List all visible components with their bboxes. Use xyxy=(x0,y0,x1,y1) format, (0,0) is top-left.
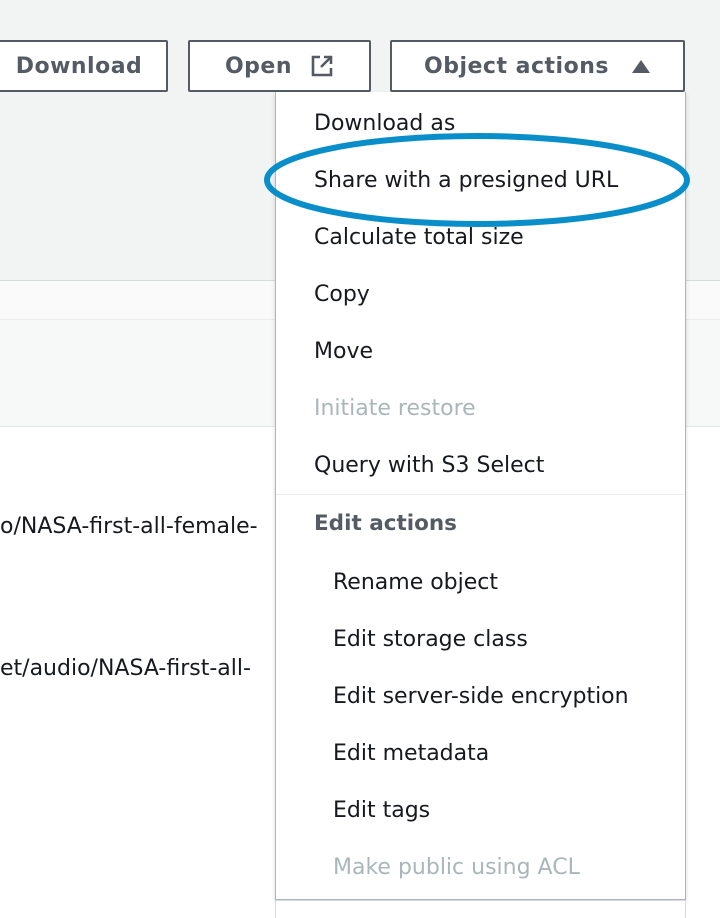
object-actions-label: Object actions xyxy=(424,53,609,79)
s3-object-page: o/NASA-first-all-female- et/audio/NASA-f… xyxy=(0,0,720,918)
menu-item-initiate-restore: Initiate restore xyxy=(314,396,476,421)
menu-group-header-edit-actions: Edit actions xyxy=(314,511,457,536)
menu-item-edit-storage-class[interactable]: Edit storage class xyxy=(333,627,528,652)
menu-item-edit-tags[interactable]: Edit tags xyxy=(333,798,430,823)
menu-item-calculate-total-size[interactable]: Calculate total size xyxy=(314,225,524,250)
menu-item-make-public-acl: Make public using ACL xyxy=(333,855,580,880)
object-actions-button[interactable]: Object actions xyxy=(390,40,685,92)
panel-edge xyxy=(275,900,686,918)
menu-item-edit-metadata[interactable]: Edit metadata xyxy=(333,741,489,766)
menu-item-edit-server-side-encryption[interactable]: Edit server-side encryption xyxy=(333,684,629,709)
menu-item-move[interactable]: Move xyxy=(314,339,373,364)
download-button[interactable]: Download xyxy=(0,40,168,92)
open-button[interactable]: Open xyxy=(188,40,371,92)
download-button-label: Download xyxy=(15,53,143,79)
menu-item-copy[interactable]: Copy xyxy=(314,282,370,307)
object-url-text[interactable]: et/audio/NASA-first-all- xyxy=(0,656,251,681)
caret-up-icon xyxy=(631,58,651,74)
open-button-label: Open xyxy=(224,53,293,79)
menu-item-share-presigned-url[interactable]: Share with a presigned URL xyxy=(314,168,618,193)
menu-item-download-as[interactable]: Download as xyxy=(314,111,455,136)
menu-item-rename-object[interactable]: Rename object xyxy=(333,570,498,595)
external-link-icon xyxy=(310,54,334,78)
object-url-text[interactable]: o/NASA-first-all-female- xyxy=(0,514,258,539)
menu-item-query-s3-select[interactable]: Query with S3 Select xyxy=(314,453,544,478)
object-actions-menu: Download as Share with a presigned URL C… xyxy=(275,92,686,900)
menu-divider xyxy=(276,494,685,495)
